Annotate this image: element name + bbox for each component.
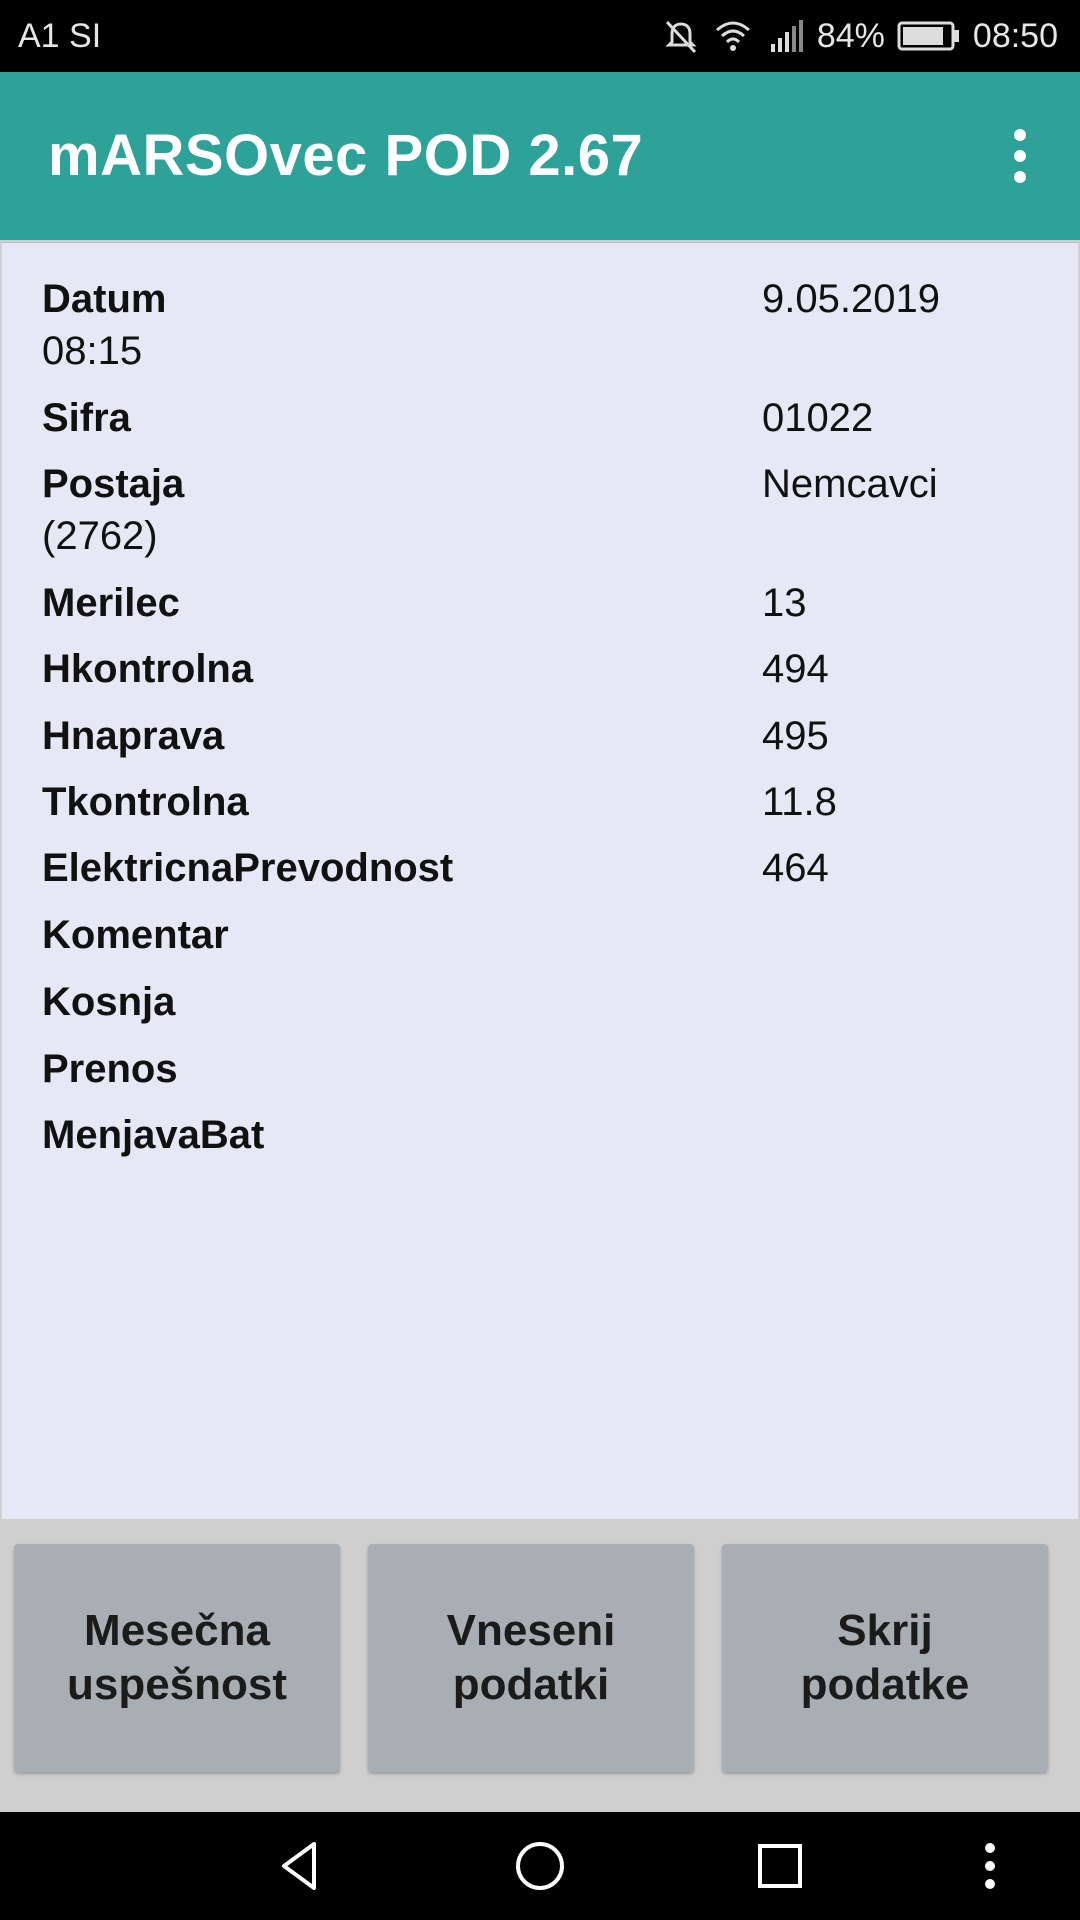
status-icons: 84% 08:50 <box>661 0 1058 72</box>
label-tkontrolna: Tkontrolna <box>42 780 249 824</box>
status-bar: A1 SI 84% 08:50 <box>0 0 1080 72</box>
value-hkontrolna: 494 <box>762 647 829 691</box>
label-hkontrolna: Hkontrolna <box>42 647 254 691</box>
wifi-icon <box>713 16 753 56</box>
battery-icon <box>897 19 961 53</box>
navigation-bar <box>0 1812 1080 1920</box>
label-merilec: Merilec <box>42 581 180 625</box>
label-kosnja: Kosnja <box>42 980 176 1024</box>
label-elektricna-prevodnost: ElektricnaPrevodnost <box>42 846 454 890</box>
record-details: Datum 9.05.2019 08:15 Sifra 01022 Postaj… <box>2 242 1078 1519</box>
mute-icon <box>661 16 701 56</box>
action-buttons: Mesečna uspešnost Vneseni podatki Skrij … <box>0 1520 1080 1812</box>
label-postaja: Postaja <box>42 462 185 506</box>
home-icon[interactable] <box>490 1812 590 1920</box>
value-merilec: 13 <box>762 581 807 625</box>
monthly-success-button[interactable]: Mesečna uspešnost <box>14 1544 340 1772</box>
label-hnaprava: Hnaprava <box>42 714 225 758</box>
battery-percent: 84% <box>816 16 885 55</box>
overflow-menu-icon[interactable] <box>990 118 1050 194</box>
entered-data-button[interactable]: Vneseni podatki <box>368 1544 694 1772</box>
label-sifra: Sifra <box>42 396 131 440</box>
hide-data-button[interactable]: Skrij podatke <box>722 1544 1048 1772</box>
clock: 08:50 <box>972 16 1058 55</box>
value-sifra: 01022 <box>762 396 874 440</box>
label-menjava-bat: MenjavaBat <box>42 1113 265 1157</box>
back-icon[interactable] <box>250 1812 350 1920</box>
more-icon[interactable] <box>950 1812 1030 1920</box>
signal-icon <box>765 16 805 56</box>
label-datum: Datum <box>42 277 167 321</box>
time-datum: 08:15 <box>42 329 143 373</box>
value-tkontrolna: 11.8 <box>762 780 837 824</box>
carrier-name: A1 SI <box>18 17 102 55</box>
label-komentar: Komentar <box>42 913 229 957</box>
app-bar: mARSOvec POD 2.67 <box>0 72 1080 240</box>
label-prenos: Prenos <box>42 1047 178 1091</box>
value-datum: 9.05.2019 <box>762 277 940 321</box>
value-postaja: Nemcavci <box>762 462 938 506</box>
value-hnaprava: 495 <box>762 714 829 758</box>
app-title: mARSOvec POD 2.67 <box>48 123 644 188</box>
postaja-id: (2762) <box>42 514 158 558</box>
recents-icon[interactable] <box>730 1812 830 1920</box>
value-elektricna-prevodnost: 464 <box>762 846 829 890</box>
